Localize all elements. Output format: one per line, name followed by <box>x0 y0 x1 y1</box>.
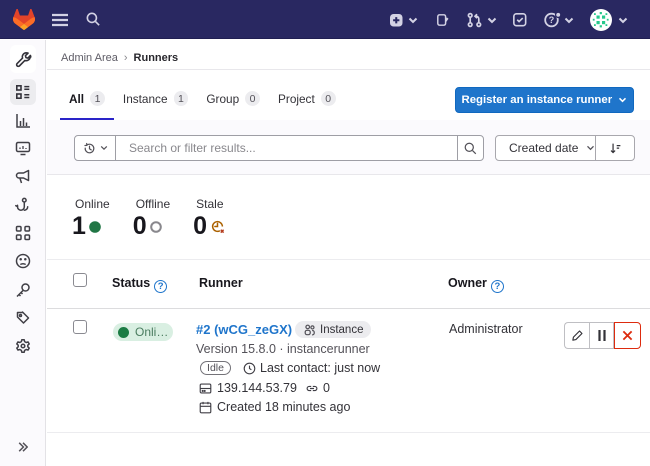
svg-text:?: ? <box>549 15 555 25</box>
